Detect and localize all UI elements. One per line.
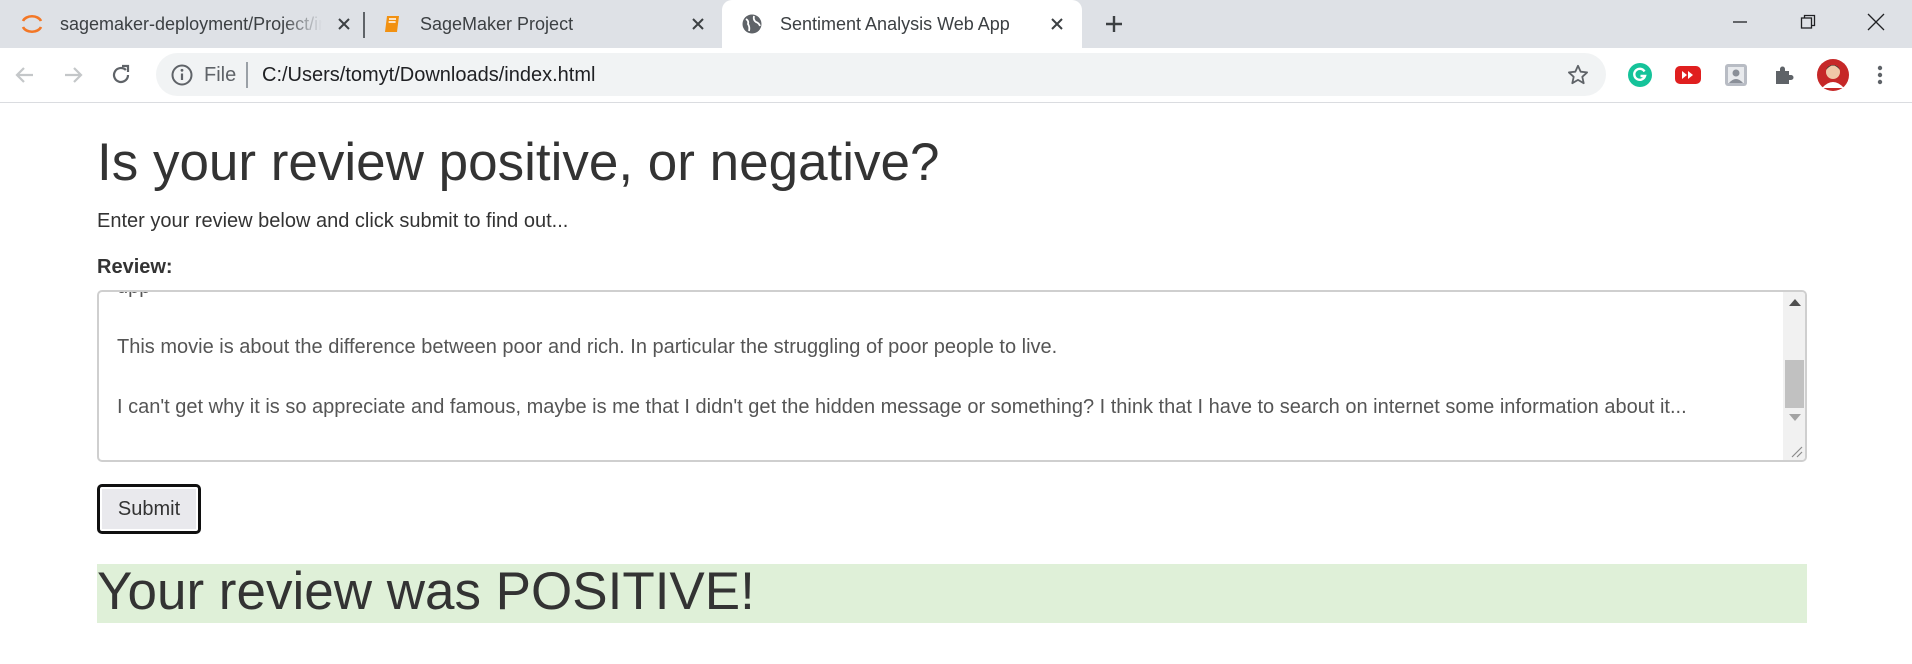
url-divider [246, 62, 248, 88]
reload-button[interactable] [106, 60, 136, 90]
tab-strip: sagemaker-deployment/Project/index.html … [0, 0, 1912, 48]
plus-icon [1106, 16, 1122, 32]
review-line: I can't get why it is so appreciate and … [117, 396, 1687, 418]
reload-icon [112, 64, 130, 84]
scrollbar-thumb[interactable] [1785, 360, 1804, 408]
page-instructions: Enter your review below and click submit… [97, 210, 569, 232]
minimize-button[interactable] [1722, 4, 1758, 40]
submit-button[interactable]: Submit [97, 484, 201, 534]
profile-extension-icon[interactable] [1722, 61, 1750, 89]
arrow-left-icon [15, 67, 33, 83]
info-icon[interactable] [170, 63, 194, 87]
page-content: Is your review positive, or negative? En… [0, 104, 1912, 664]
globe-icon [740, 12, 764, 36]
youtube-extension-icon[interactable] [1674, 61, 1702, 89]
browser-toolbar: File C:/Users/tomyt/Downloads/index.html [0, 48, 1912, 103]
close-icon [1867, 13, 1885, 31]
result-text: Your review was POSITIVE! [97, 562, 755, 621]
scroll-up-icon[interactable] [1789, 299, 1801, 306]
forward-button[interactable] [58, 60, 88, 90]
tab-separator [363, 12, 365, 38]
url-text[interactable]: C:/Users/tomyt/Downloads/index.html [262, 64, 595, 87]
more-menu-icon[interactable] [1866, 61, 1894, 89]
puzzle-icon[interactable] [1770, 61, 1798, 89]
textarea-scrollbar[interactable] [1783, 292, 1805, 460]
close-icon[interactable] [333, 13, 355, 35]
minimize-icon [1733, 21, 1747, 23]
tab-sagemaker-deployment[interactable]: sagemaker-deployment/Project/index.html [20, 0, 350, 48]
scroll-down-icon[interactable] [1789, 414, 1801, 421]
arrow-right-icon [65, 67, 83, 83]
grammarly-icon[interactable] [1626, 61, 1654, 89]
address-bar[interactable]: File C:/Users/tomyt/Downloads/index.html [156, 53, 1606, 96]
restore-icon [1800, 14, 1816, 29]
restore-button[interactable] [1790, 4, 1826, 40]
review-line: This movie is about the difference betwe… [117, 336, 1058, 358]
review-text[interactable]: upp This movie is about the difference b… [117, 292, 1757, 422]
avatar[interactable] [1816, 58, 1850, 92]
tab-sagemaker-project[interactable]: SageMaker Project [380, 0, 715, 48]
tab-sentiment-analysis[interactable]: Sentiment Analysis Web App [722, 0, 1082, 48]
close-icon[interactable] [687, 13, 709, 35]
tab-title: Sentiment Analysis Web App [780, 13, 1010, 34]
close-icon[interactable] [1046, 13, 1068, 35]
star-icon[interactable] [1566, 63, 1590, 87]
back-button[interactable] [10, 60, 40, 90]
jupyter-icon [20, 12, 44, 36]
tab-title: SageMaker Project [420, 13, 574, 34]
new-tab-button[interactable] [1100, 10, 1128, 38]
notebook-icon [380, 12, 404, 36]
review-textarea[interactable]: upp This movie is about the difference b… [97, 290, 1807, 462]
resize-grip-icon[interactable] [1787, 442, 1803, 458]
url-scheme: File [204, 64, 237, 86]
page-title: Is your review positive, or negative? [97, 133, 940, 192]
result-banner: Your review was POSITIVE! [97, 562, 1807, 623]
review-label: Review: [97, 256, 173, 278]
review-partial-line: upp [117, 292, 1757, 302]
close-window-button[interactable] [1858, 4, 1894, 40]
tab-title: sagemaker-deployment/Project/index.html [60, 13, 322, 34]
